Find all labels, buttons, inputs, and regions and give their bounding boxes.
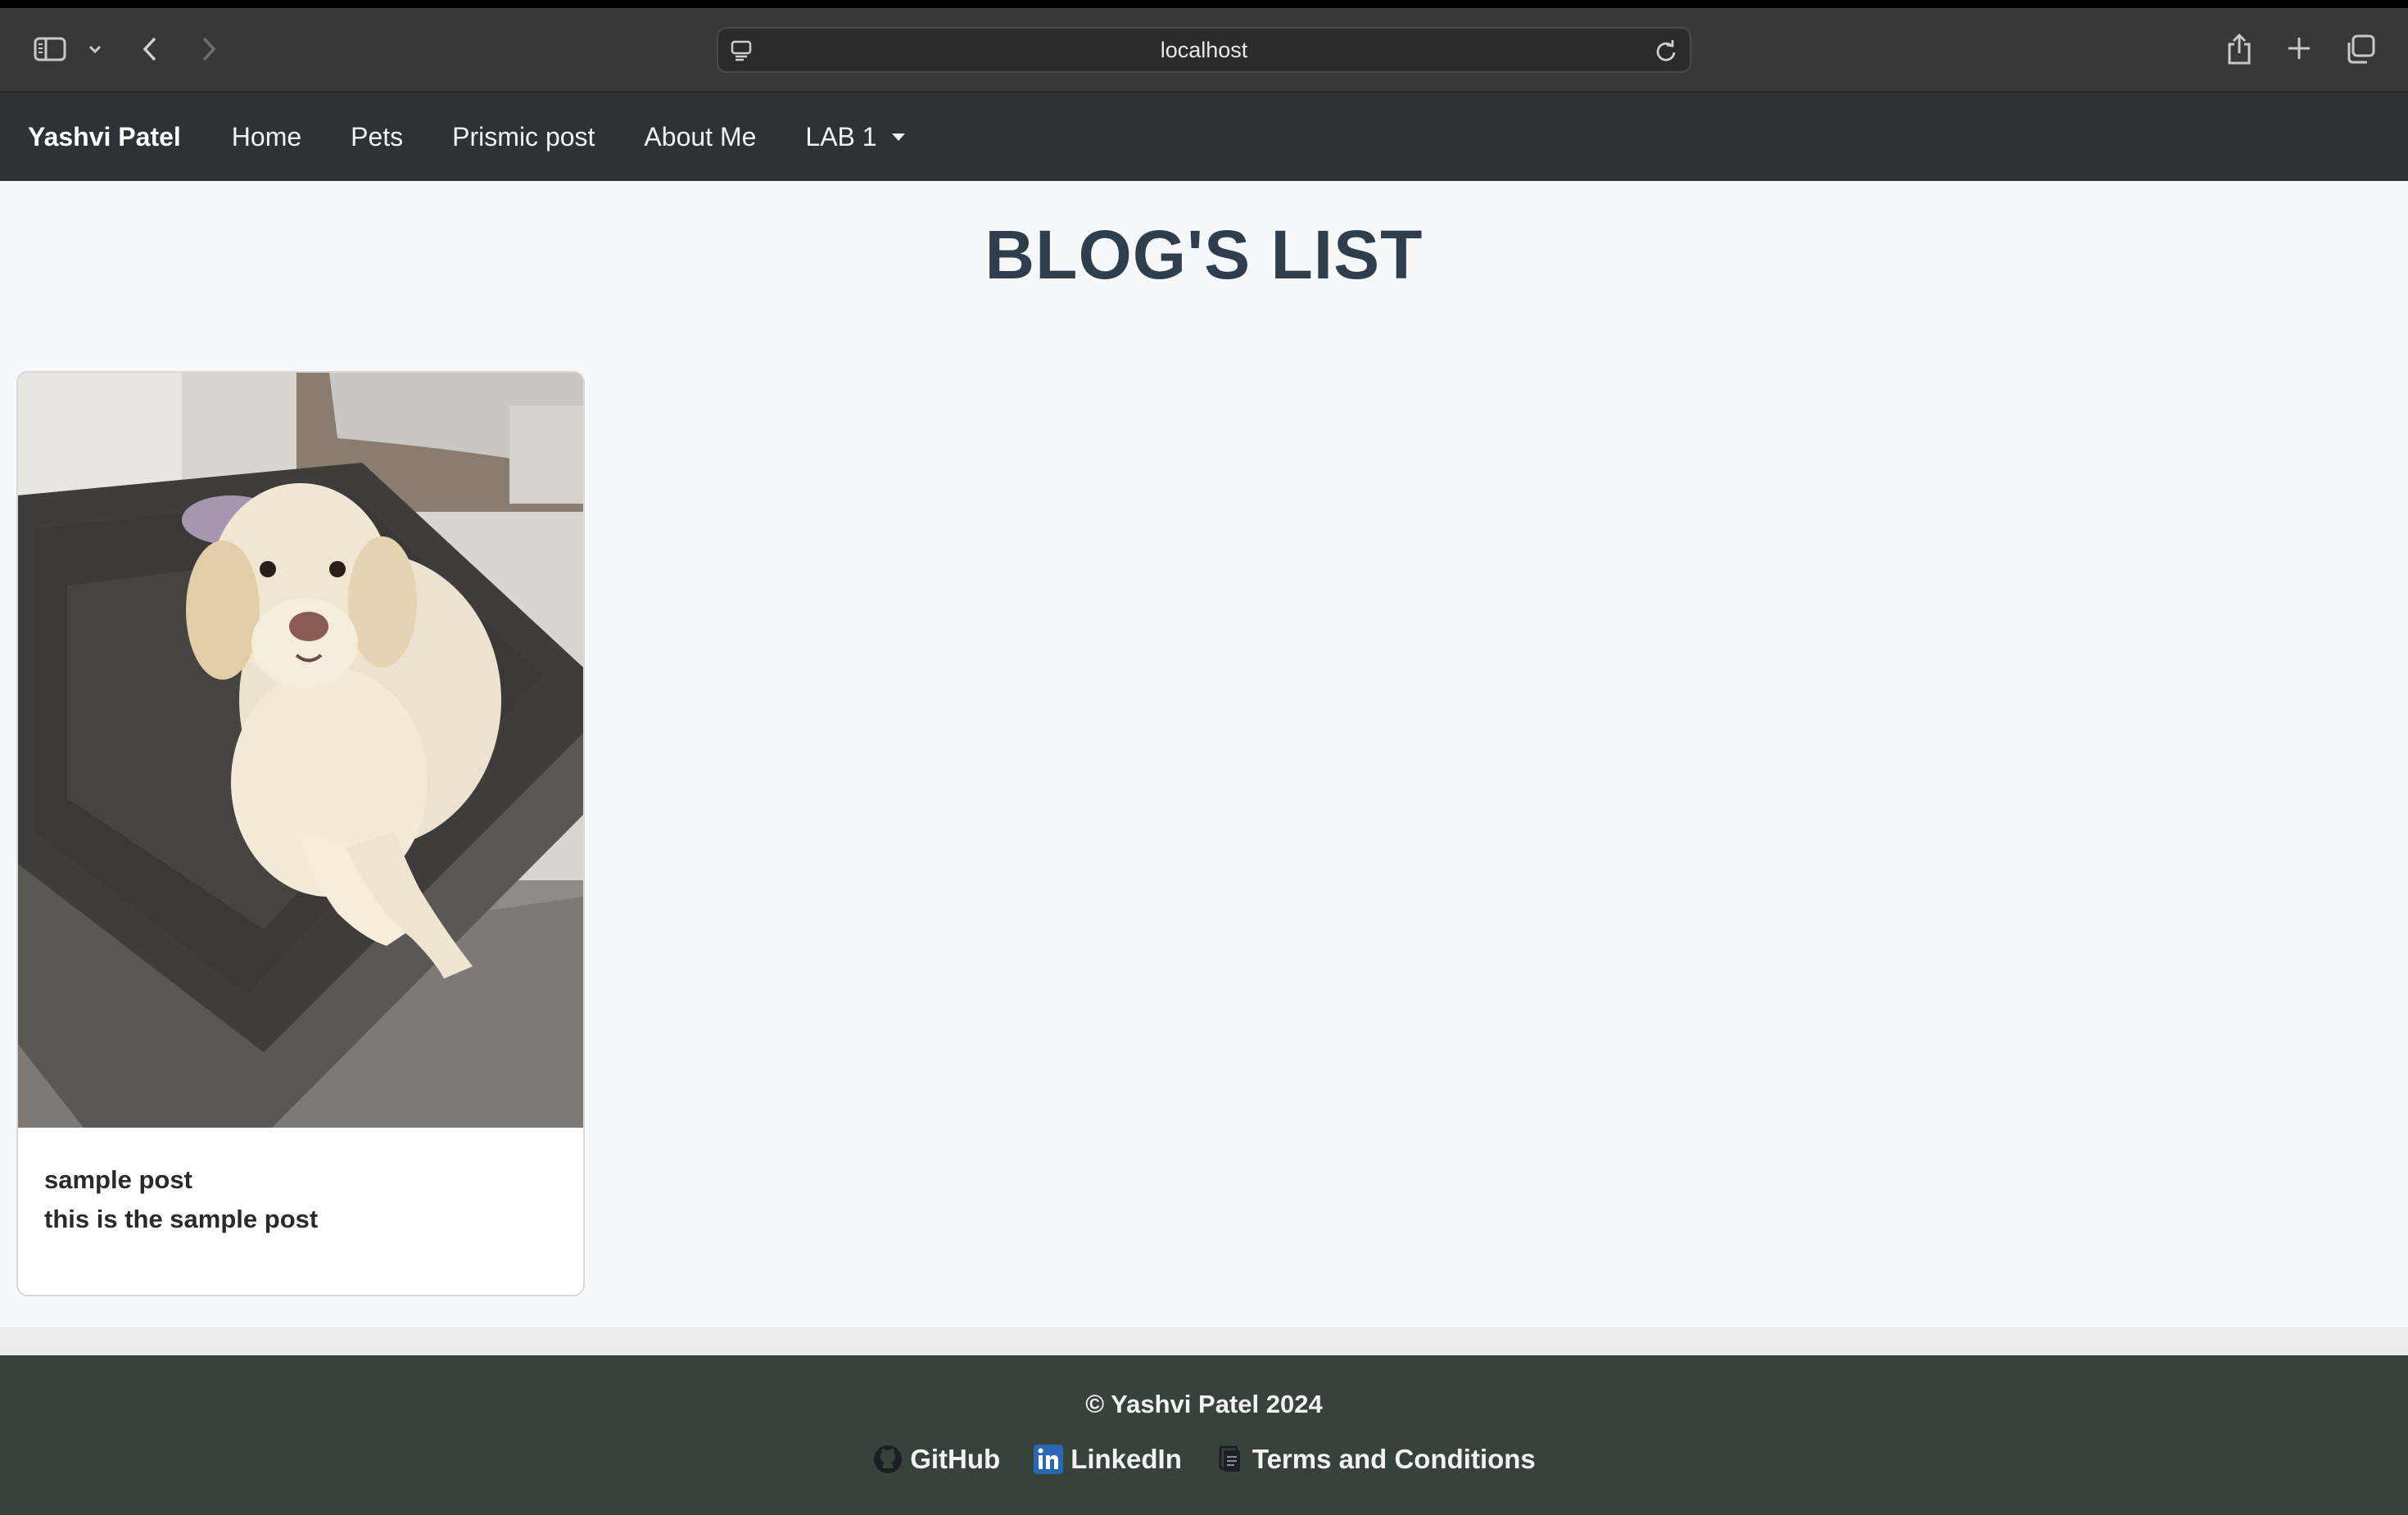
page-title: BLOG'S LIST [984, 216, 1424, 293]
github-icon [872, 1444, 903, 1475]
footer-link-label: GitHub [910, 1444, 1001, 1474]
copyright-text: © Yashvi Patel 2024 [1085, 1390, 1323, 1418]
dog-on-bed-photo [18, 373, 583, 1128]
site-footer: © Yashvi Patel 2024 GitHub LinkedIn Term… [0, 1355, 2408, 1515]
linkedin-icon [1033, 1444, 1064, 1475]
site-navbar: Yashvi Patel Home Pets Prismic post Abou… [0, 93, 2408, 181]
new-tab-icon[interactable] [2285, 34, 2313, 62]
card-body: sample post this is the sample post [44, 1160, 318, 1239]
main-content: BLOG'S LIST sample post this is the samp… [0, 181, 2408, 1327]
tab-overview-icon[interactable] [2344, 33, 2377, 66]
divider [0, 1327, 2408, 1355]
nav-link-home[interactable]: Home [232, 122, 301, 152]
address-bar[interactable]: localhost [717, 27, 1691, 73]
footer-link-label: Terms and Conditions [1252, 1444, 1536, 1474]
sidebar-toggle-icon[interactable] [31, 33, 69, 66]
post-text: this is the sample post [44, 1205, 319, 1233]
nav-dropdown-label: LAB 1 [805, 121, 877, 152]
back-icon[interactable] [138, 34, 162, 64]
nav-dropdown-lab1[interactable]: LAB 1 [805, 121, 905, 152]
footer-link-linkedin[interactable]: LinkedIn [1033, 1444, 1182, 1475]
share-icon[interactable] [2225, 31, 2254, 67]
footer-link-label: LinkedIn [1070, 1444, 1182, 1474]
nav-link-prismic-post[interactable]: Prismic post [452, 122, 595, 152]
nav-link-pets[interactable]: Pets [351, 122, 403, 152]
url-text[interactable]: localhost [718, 29, 1690, 71]
footer-links: GitHub LinkedIn Terms and Conditions [0, 1444, 2408, 1475]
browser-toolbar: localhost [0, 8, 2408, 93]
forward-icon[interactable] [197, 34, 221, 64]
reload-icon[interactable] [1654, 38, 1678, 67]
document-icon [1215, 1444, 1246, 1475]
footer-link-terms[interactable]: Terms and Conditions [1215, 1444, 1536, 1475]
caret-down-icon [891, 133, 905, 141]
footer-link-github[interactable]: GitHub [872, 1444, 1000, 1475]
blog-post-card[interactable]: sample post this is the sample post [16, 371, 585, 1296]
chevron-down-icon[interactable] [85, 39, 105, 59]
post-title[interactable]: sample post [44, 1160, 318, 1200]
nav-link-about-me[interactable]: About Me [644, 122, 756, 152]
navbar-brand[interactable]: Yashvi Patel [28, 122, 181, 152]
